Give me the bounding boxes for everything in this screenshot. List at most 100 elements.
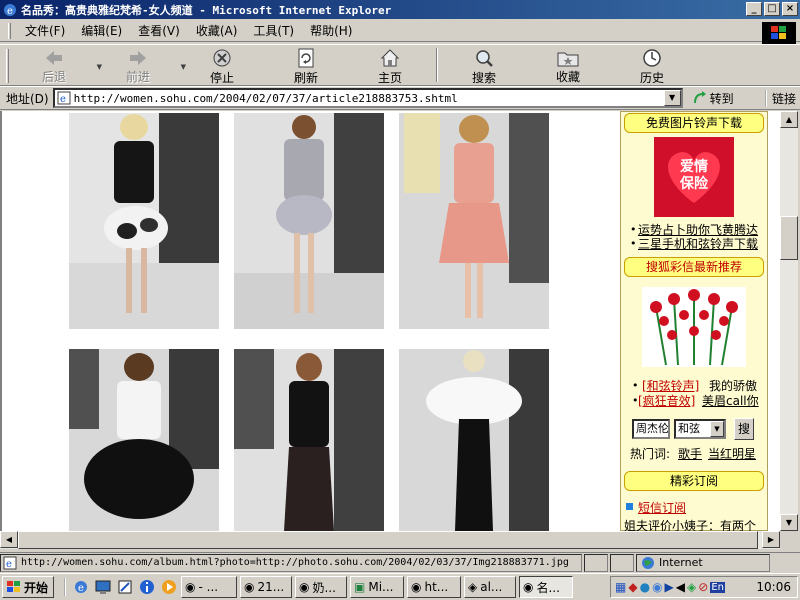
call-you-link[interactable]: 美眉call你	[702, 392, 759, 409]
desktop-icon[interactable]	[94, 578, 112, 596]
select-dropdown-icon[interactable]: ▼	[710, 421, 724, 437]
subscription-teaser-text[interactable]: 姐夫评价小姨子：有两个	[624, 517, 756, 531]
info-icon[interactable]	[138, 578, 156, 596]
clock: 10:06	[756, 580, 791, 594]
refresh-button[interactable]: 刷新	[264, 45, 348, 85]
horizontal-scrollbar[interactable]: ◀ ▶	[0, 531, 780, 549]
menu-tools[interactable]: 工具(T)	[245, 21, 302, 41]
taskbar-item-1[interactable]: ◉ - ...	[181, 576, 237, 598]
hot-word-singer[interactable]: 歌手	[678, 445, 702, 462]
status-main: e http://women.sohu.com/album.html?photo…	[0, 553, 582, 572]
refresh-icon	[295, 48, 317, 68]
tray-globe-icon[interactable]: ●	[640, 580, 650, 594]
samsung-ringtone-link[interactable]: 三星手机和弦铃声下载	[638, 235, 758, 252]
task-label: Mi...	[368, 580, 394, 594]
go-label: 转到	[709, 91, 734, 106]
start-button[interactable]: 开始	[2, 576, 54, 598]
address-dropdown-button[interactable]: ▼	[663, 90, 681, 106]
tray-language-icon[interactable]: En	[710, 581, 725, 593]
tray-volume-icon[interactable]: ◀	[676, 580, 685, 594]
menu-help[interactable]: 帮助(H)	[302, 21, 360, 41]
history-button[interactable]: 历史	[610, 45, 694, 85]
close-button[interactable]: ×	[782, 2, 798, 16]
ringtone-download-header[interactable]: 免费图片铃声下载	[624, 113, 764, 133]
photo-gallery	[2, 111, 622, 531]
media-player-icon[interactable]	[160, 578, 178, 596]
maximize-button[interactable]: □	[764, 2, 780, 16]
fashion-photo-1[interactable]	[69, 113, 219, 329]
tray-status-icon[interactable]: ◈	[687, 580, 696, 594]
ie-task-icon: ◉	[244, 580, 255, 594]
square-bullet-icon	[626, 503, 633, 510]
featured-subscription-header[interactable]: 精彩订阅	[624, 471, 764, 491]
tray-block-icon[interactable]: ⊘	[698, 580, 708, 594]
menu-favorites[interactable]: 收藏(A)	[188, 21, 246, 41]
forward-button[interactable]: 前进 ▼	[96, 45, 186, 85]
taskbar-item-3[interactable]: ◉ 奶...	[295, 576, 347, 598]
tray-ie-icon[interactable]: ◉	[652, 580, 662, 594]
start-label: 开始	[24, 580, 49, 595]
hot-word-stars[interactable]: 当红明星	[708, 445, 756, 462]
ringtone-type-select[interactable]: 和弦 ▼	[674, 419, 726, 439]
ringtone-search-input[interactable]: 周杰伦	[632, 419, 670, 439]
fashion-photo-2[interactable]	[234, 113, 384, 329]
home-label: 主页	[377, 71, 402, 85]
home-button[interactable]: 主页	[348, 45, 432, 85]
menu-edit[interactable]: 编辑(E)	[73, 21, 130, 41]
taskbar-item-4[interactable]: ▣ Mi...	[350, 576, 404, 598]
fashion-photo-4[interactable]	[69, 349, 219, 531]
page-content: 免费图片铃声下载 爱情 保险 • 运势占卜助你飞黄腾达 • 三星手机和弦铃声下载…	[0, 111, 780, 531]
refresh-label: 刷新	[293, 71, 318, 85]
menu-file[interactable]: 文件(F)	[17, 21, 73, 41]
app-task-icon: ◈	[468, 580, 478, 594]
taskbar-item-6[interactable]: ◈ al...	[464, 576, 516, 598]
menu-bar: 文件(F) 编辑(E) 查看(V) 收藏(A) 工具(T) 帮助(H)	[0, 20, 800, 42]
ie-task-icon: ◉	[185, 580, 196, 594]
menu-view[interactable]: 查看(V)	[130, 21, 188, 41]
stop-button[interactable]: 停止	[180, 45, 264, 85]
roses-image[interactable]	[642, 287, 746, 367]
quick-launch: e	[64, 578, 178, 596]
go-button[interactable]: 转到	[693, 90, 734, 107]
taskbar-item-active[interactable]: ◉ 名...	[519, 576, 573, 598]
taskbar-item-5[interactable]: ◉ ht...	[407, 576, 461, 598]
scroll-up-button[interactable]: ▲	[780, 111, 798, 128]
bullet-icon: •	[630, 237, 637, 250]
address-input[interactable]: e http://women.sohu.com/2004/02/07/37/ar…	[52, 88, 683, 108]
tray-play-icon[interactable]: ▶	[665, 580, 674, 594]
mms-recommend-header[interactable]: 搜狐彩信最新推荐	[624, 257, 764, 277]
window-title: 名品秀：高贵典雅纪梵希-女人频道 - Microsoft Internet Ex…	[21, 3, 392, 17]
scroll-right-button[interactable]: ▶	[762, 531, 780, 548]
editor-icon[interactable]	[116, 578, 134, 596]
vertical-scroll-thumb[interactable]	[780, 216, 798, 260]
stop-label: 停止	[209, 71, 234, 85]
svg-text:e: e	[78, 583, 84, 594]
back-button[interactable]: 后退 ▼	[12, 45, 102, 85]
task-label: 名...	[536, 580, 560, 595]
fashion-photo-3[interactable]	[399, 113, 549, 329]
fashion-photo-5[interactable]	[234, 349, 384, 531]
sms-subscription-link[interactable]: 短信订阅	[638, 499, 686, 516]
minimize-button[interactable]: _	[746, 2, 762, 16]
tray-app-icon[interactable]: ◆	[628, 580, 637, 594]
scroll-down-button[interactable]: ▼	[780, 514, 798, 531]
favorites-button[interactable]: 收藏	[526, 45, 610, 85]
search-button[interactable]: 搜索	[442, 45, 526, 85]
taskbar-item-2[interactable]: ◉ 21...	[240, 576, 292, 598]
search-icon	[473, 48, 495, 68]
love-insurance-promo[interactable]: 爱情 保险	[654, 137, 734, 217]
scroll-left-button[interactable]: ◀	[0, 531, 18, 548]
tray-network-icon[interactable]: ▦	[615, 580, 626, 594]
fashion-photo-6[interactable]	[399, 349, 549, 531]
ringtone-search-button[interactable]: 搜	[734, 418, 754, 440]
horizontal-scroll-thumb[interactable]	[18, 531, 758, 549]
system-tray: ▦ ◆ ● ◉ ▶ ◀ ◈ ⊘ En 10:06	[610, 576, 798, 598]
links-button[interactable]: 链接	[764, 90, 796, 107]
vertical-scrollbar[interactable]: ▲ ▼	[780, 111, 798, 531]
ie-quicklaunch-icon[interactable]: e	[72, 578, 90, 596]
crazy-sound-tag[interactable]: [疯狂音效]	[638, 392, 695, 409]
hot-words-label: 热门词:	[630, 447, 671, 461]
back-arrow-icon	[43, 48, 65, 67]
forward-label: 前进	[125, 70, 150, 84]
address-bar: 地址(D) e http://women.sohu.com/2004/02/07…	[0, 86, 800, 110]
